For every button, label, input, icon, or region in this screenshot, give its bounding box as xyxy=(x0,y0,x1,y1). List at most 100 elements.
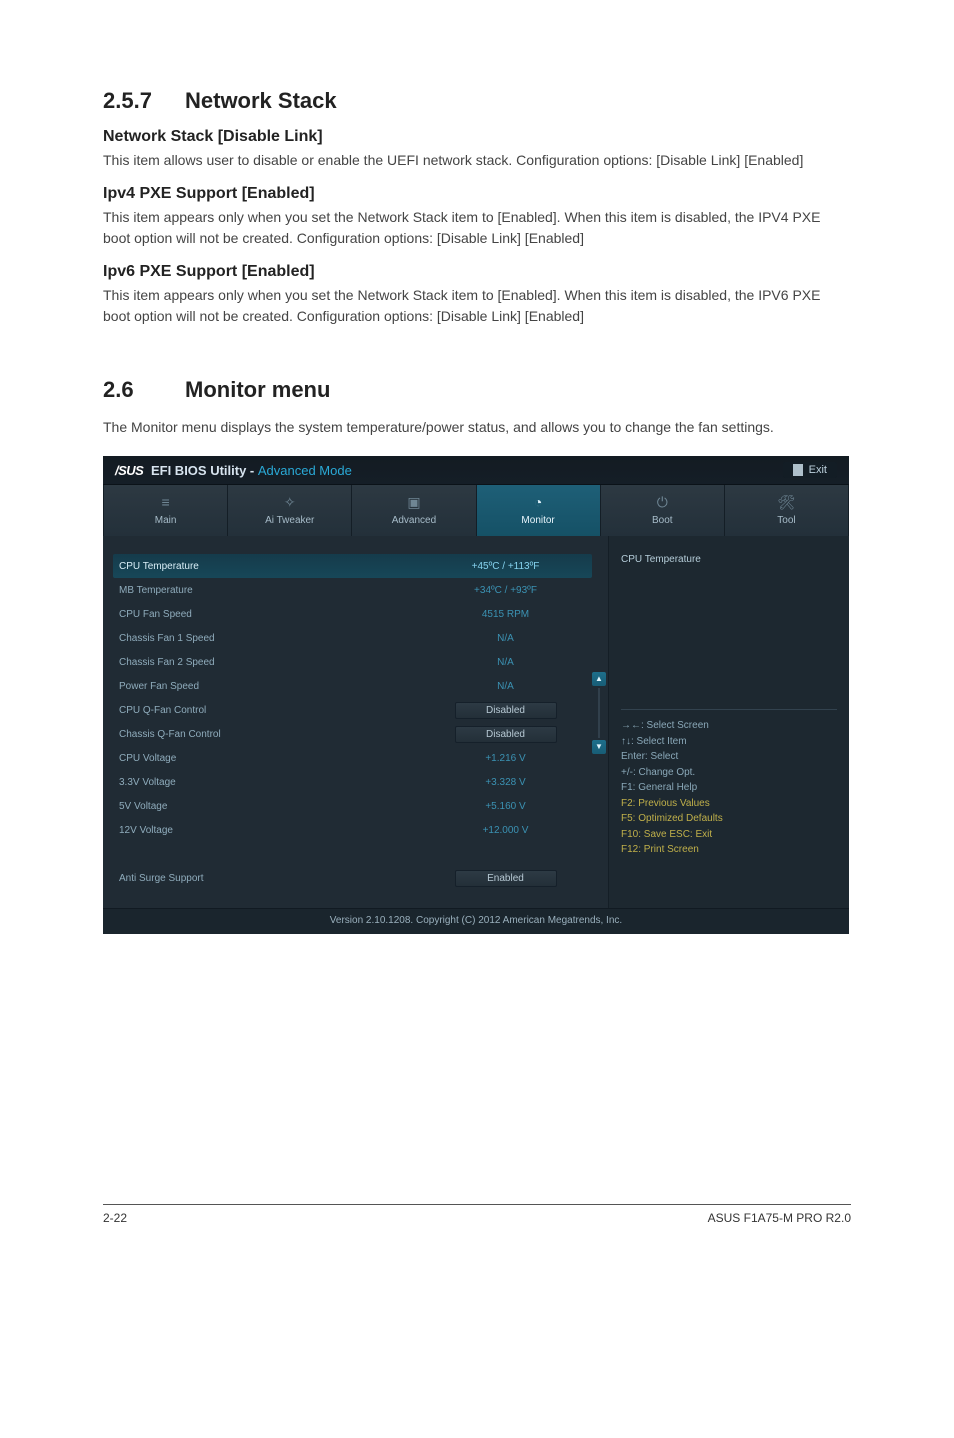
setting-value-button[interactable]: Enabled xyxy=(455,870,557,887)
setting-label: Chassis Fan 2 Speed xyxy=(119,657,419,668)
bios-title-b: Advanced Mode xyxy=(258,463,352,478)
footer-product-name: ASUS F1A75-M PRO R2.0 xyxy=(708,1211,851,1225)
tab-ai-tweaker[interactable]: ✧ Ai Tweaker xyxy=(228,485,352,536)
tab-boot[interactable]: ⏻ Boot xyxy=(601,485,725,536)
setting-label: CPU Voltage xyxy=(119,753,419,764)
bios-title-a: EFI BIOS Utility - xyxy=(151,463,258,478)
option-heading-network-stack: Network Stack [Disable Link] xyxy=(103,128,851,146)
setting-label: MB Temperature xyxy=(119,585,419,596)
setting-row-12v-voltage[interactable]: 12V Voltage+12.000 V xyxy=(119,818,592,842)
setting-label: Chassis Fan 1 Speed xyxy=(119,633,419,644)
setting-row-3-3v-voltage[interactable]: 3.3V Voltage+3.328 V xyxy=(119,770,592,794)
setting-value: +5.160 V xyxy=(419,801,592,812)
setting-value: +12.000 V xyxy=(419,825,592,836)
bios-title-bar: /SUS EFI BIOS Utility - Advanced Mode Ex… xyxy=(103,456,849,485)
tab-advanced[interactable]: ▣ Advanced xyxy=(352,485,476,536)
setting-value: N/A xyxy=(419,633,592,644)
setting-label: Chassis Q-Fan Control xyxy=(119,729,419,740)
setting-row-cpu-q-fan-control[interactable]: CPU Q-Fan Control Disabled xyxy=(119,698,592,722)
option-heading-ipv6: Ipv6 PXE Support [Enabled] xyxy=(103,263,851,281)
option-body-ipv6: This item appears only when you set the … xyxy=(103,285,851,327)
setting-value-button[interactable]: Disabled xyxy=(455,726,557,743)
setting-value: +1.216 V xyxy=(419,753,592,764)
bios-footer: Version 2.10.1208. Copyright (C) 2012 Am… xyxy=(103,908,849,934)
bios-screenshot: /SUS EFI BIOS Utility - Advanced Mode Ex… xyxy=(103,456,849,934)
setting-row-chassis-fan-2-speed[interactable]: Chassis Fan 2 SpeedN/A xyxy=(119,650,592,674)
bios-logo: /SUS EFI BIOS Utility - Advanced Mode xyxy=(115,463,352,478)
setting-row-power-fan-speed[interactable]: Power Fan SpeedN/A xyxy=(119,674,592,698)
tab-monitor[interactable]: ◔ Monitor xyxy=(477,485,601,536)
help-line: F2: Previous Values xyxy=(621,796,837,812)
tab-label: Ai Tweaker xyxy=(228,515,351,526)
setting-value: +3.328 V xyxy=(419,777,592,788)
option-body-ipv4: This item appears only when you set the … xyxy=(103,207,851,249)
tab-label: Advanced xyxy=(352,515,475,526)
section-257-number: 2.5.7 xyxy=(103,88,185,114)
setting-row-anti-surge-support[interactable]: Anti Surge Support Enabled xyxy=(119,866,592,890)
section-26-title: Monitor menu xyxy=(185,377,330,403)
scroll-track xyxy=(598,688,600,738)
help-line: F5: Optimized Defaults xyxy=(621,811,837,827)
page-footer: 2-22 ASUS F1A75-M PRO R2.0 xyxy=(0,1204,954,1265)
tool-icon: 🛠 xyxy=(778,494,796,511)
tab-main[interactable]: ≡ Main xyxy=(103,485,228,536)
power-icon: ⏻ xyxy=(657,494,668,511)
setting-label: CPU Fan Speed xyxy=(119,609,419,620)
setting-label: CPU Temperature xyxy=(119,561,419,572)
exit-label: Exit xyxy=(809,464,827,476)
scroll-up-icon[interactable]: ▲ xyxy=(592,672,606,686)
setting-value: N/A xyxy=(419,681,592,692)
setting-value: 4515 RPM xyxy=(419,609,592,620)
footer-page-number: 2-22 xyxy=(103,1211,127,1225)
help-shortcuts: →←: Select Screen↑↓: Select ItemEnter: S… xyxy=(621,718,837,858)
setting-value: +45ºC / +113ºF xyxy=(419,561,592,572)
setting-value-button[interactable]: Disabled xyxy=(455,702,557,719)
setting-row-cpu-voltage[interactable]: CPU Voltage+1.216 V xyxy=(119,746,592,770)
tab-label: Main xyxy=(104,515,227,526)
scroll-down-icon[interactable]: ▼ xyxy=(592,740,606,754)
bios-settings-panel: CPU Temperature+45ºC / +113ºFMB Temperat… xyxy=(103,536,608,908)
tab-tool[interactable]: 🛠 Tool xyxy=(725,485,849,536)
exit-button[interactable]: Exit xyxy=(783,462,837,478)
setting-row-spacer xyxy=(119,842,592,866)
help-panel-title: CPU Temperature xyxy=(621,554,837,565)
chip-icon: ▣ xyxy=(407,494,420,511)
setting-value: +34ºC / +93ºF xyxy=(419,585,592,596)
help-line: F12: Print Screen xyxy=(621,842,837,858)
section-26-number: 2.6 xyxy=(103,377,185,403)
setting-row-chassis-fan-1-speed[interactable]: Chassis Fan 1 SpeedN/A xyxy=(119,626,592,650)
list-icon: ≡ xyxy=(162,494,170,510)
help-divider xyxy=(621,709,837,710)
setting-row-cpu-temperature[interactable]: CPU Temperature+45ºC / +113ºF xyxy=(113,554,592,578)
option-heading-ipv4: Ipv4 PXE Support [Enabled] xyxy=(103,185,851,203)
help-line: →←: Select Screen xyxy=(621,718,837,734)
gauge-icon: ◔ xyxy=(534,494,542,510)
setting-row-mb-temperature[interactable]: MB Temperature+34ºC / +93ºF xyxy=(119,578,592,602)
setting-label: 5V Voltage xyxy=(119,801,419,812)
asus-brand: /SUS xyxy=(115,463,143,478)
tab-label: Boot xyxy=(601,515,724,526)
bios-scrollbar[interactable]: ▲ ▼ xyxy=(592,672,606,754)
help-line: ↑↓: Select Item xyxy=(621,734,837,750)
setting-row-chassis-q-fan-control[interactable]: Chassis Q-Fan Control Disabled xyxy=(119,722,592,746)
tweak-icon: ✧ xyxy=(284,494,296,511)
section-257-title: Network Stack xyxy=(185,88,337,114)
setting-value: N/A xyxy=(419,657,592,668)
help-line: F1: General Help xyxy=(621,780,837,796)
tab-label: Tool xyxy=(725,515,848,526)
setting-label: CPU Q-Fan Control xyxy=(119,705,419,716)
setting-row-5v-voltage[interactable]: 5V Voltage+5.160 V xyxy=(119,794,592,818)
exit-icon xyxy=(793,464,803,476)
setting-label: Power Fan Speed xyxy=(119,681,419,692)
bios-tab-bar: ≡ Main ✧ Ai Tweaker ▣ Advanced ◔ Monitor ⏻ Boot 🛠 T… xyxy=(103,485,849,536)
setting-label: 3.3V Voltage xyxy=(119,777,419,788)
tab-label: Monitor xyxy=(477,515,600,526)
help-line: Enter: Select xyxy=(621,749,837,765)
setting-label: Anti Surge Support xyxy=(119,873,419,884)
section-257-heading: 2.5.7 Network Stack xyxy=(103,88,851,114)
section-26-intro: The Monitor menu displays the system tem… xyxy=(103,417,851,438)
option-body-network-stack: This item allows user to disable or enab… xyxy=(103,150,851,171)
setting-row-cpu-fan-speed[interactable]: CPU Fan Speed4515 RPM xyxy=(119,602,592,626)
setting-label: 12V Voltage xyxy=(119,825,419,836)
bios-help-panel: CPU Temperature →←: Select Screen↑↓: Sel… xyxy=(608,536,849,908)
